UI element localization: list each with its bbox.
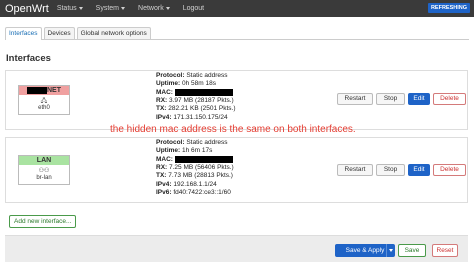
delete-button[interactable]: Delete xyxy=(433,93,466,105)
menu-network-label: Network xyxy=(138,5,164,12)
rx-value: 3.97 MB (28187 Pkts.) xyxy=(169,97,234,105)
ipv4-label: IPv4: xyxy=(156,180,172,188)
stop-button[interactable]: Stop xyxy=(376,164,405,176)
rx-value: 7.25 MB (56406 Pkts.) xyxy=(169,164,234,172)
chevron-down-icon xyxy=(78,7,83,10)
footer-actions: Save & Apply Save Reset xyxy=(5,235,468,262)
interface-status-info: Protocol: Static address Uptime: 0h 58m … xyxy=(156,72,236,122)
menu-logout[interactable]: Logout xyxy=(183,5,204,12)
refreshing-badge[interactable]: REFRESHING xyxy=(427,3,470,13)
protocol-label: Protocol: xyxy=(156,139,185,146)
ipv6-label: IPv6: xyxy=(156,189,172,196)
rx-label: RX: xyxy=(156,164,168,172)
top-navbar: OpenWrt Status System Network Logout REF… xyxy=(0,0,474,17)
menu-status[interactable]: Status xyxy=(57,5,83,12)
mac-label: MAC: xyxy=(156,88,173,96)
ipv4-value: 192.168.1.1/24 xyxy=(173,180,217,188)
mac-label: MAC: xyxy=(156,155,173,163)
uptime-value: 0h 58m 18s xyxy=(182,80,216,88)
uptime-value: 1h 6m 17s xyxy=(182,147,213,155)
interface-badge-body: 🖧 eth0 xyxy=(19,95,69,111)
menu-status-label: Status xyxy=(56,5,77,12)
tx-label: TX: xyxy=(156,172,167,180)
chevron-down-icon xyxy=(165,7,170,10)
interface-badge[interactable]: NET 🖧 eth0 xyxy=(18,85,70,115)
tx-value: 282.21 KB (2501 Pkts.) xyxy=(168,105,236,113)
redacted-mac xyxy=(174,88,233,96)
redacted-mac xyxy=(174,155,233,163)
save-button[interactable]: Save xyxy=(398,244,426,257)
interface-badge-header: LAN xyxy=(19,156,69,165)
annotation-text: the hidden mac address is the same on bo… xyxy=(110,124,356,135)
edit-button[interactable]: Edit xyxy=(408,164,430,176)
interface-badge-body: ⚇⚇ br-lan xyxy=(19,165,69,181)
ipv6-value: fd40:7422:ce3::1/60 xyxy=(173,189,231,196)
page-title: Interfaces xyxy=(6,53,51,64)
tab-global-network-options[interactable]: Global network options xyxy=(76,27,151,39)
ethernet-port-icon: 🖧 xyxy=(40,98,48,104)
interface-row-lan: LAN ⚇⚇ br-lan Protocol: Static address U… xyxy=(5,137,468,203)
bridge-icon: ⚇⚇ xyxy=(38,168,50,174)
ipv4-label: IPv4: xyxy=(156,113,172,121)
tx-label: TX: xyxy=(156,105,167,113)
add-interface-button[interactable]: Add new interface... xyxy=(9,215,77,228)
protocol-value: Static address xyxy=(186,72,228,79)
tx-value: 7.73 MB (28813 Pkts.) xyxy=(168,172,233,180)
ipv4-value: 171.31.150.175/24 xyxy=(173,113,228,121)
interface-badge[interactable]: LAN ⚇⚇ br-lan xyxy=(18,155,70,185)
redacted-name xyxy=(27,86,47,94)
tab-bar: Interfaces Devices Global network option… xyxy=(5,27,469,40)
reset-button[interactable]: Reset xyxy=(432,244,458,257)
main-menu: Status System Network Logout xyxy=(57,5,217,12)
menu-system-label: System xyxy=(95,5,120,12)
uptime-label: Uptime: xyxy=(156,80,181,88)
stop-button[interactable]: Stop xyxy=(376,93,405,105)
tab-interfaces[interactable]: Interfaces xyxy=(5,27,42,40)
menu-system[interactable]: System xyxy=(95,5,126,12)
menu-network[interactable]: Network xyxy=(138,5,170,12)
restart-button[interactable]: Restart xyxy=(337,93,373,105)
interface-name-suffix: NET xyxy=(47,87,61,94)
device-name: br-lan xyxy=(36,175,52,181)
interface-row-wan: NET 🖧 eth0 Protocol: Static address Upti… xyxy=(5,70,468,130)
restart-button[interactable]: Restart xyxy=(337,164,373,176)
device-name: eth0 xyxy=(38,105,50,111)
chevron-down-icon[interactable] xyxy=(386,244,395,257)
protocol-label: Protocol: xyxy=(156,72,185,79)
protocol-value: Static address xyxy=(186,139,228,146)
uptime-label: Uptime: xyxy=(156,147,181,155)
interface-badge-header: NET xyxy=(19,86,69,95)
delete-button[interactable]: Delete xyxy=(433,164,466,176)
chevron-down-icon xyxy=(121,7,126,10)
brand-logo[interactable]: OpenWrt xyxy=(5,3,49,15)
rx-label: RX: xyxy=(156,97,168,105)
tab-devices[interactable]: Devices xyxy=(43,27,75,39)
edit-button[interactable]: Edit xyxy=(408,93,430,105)
interface-status-info: Protocol: Static address Uptime: 1h 6m 1… xyxy=(156,139,234,197)
